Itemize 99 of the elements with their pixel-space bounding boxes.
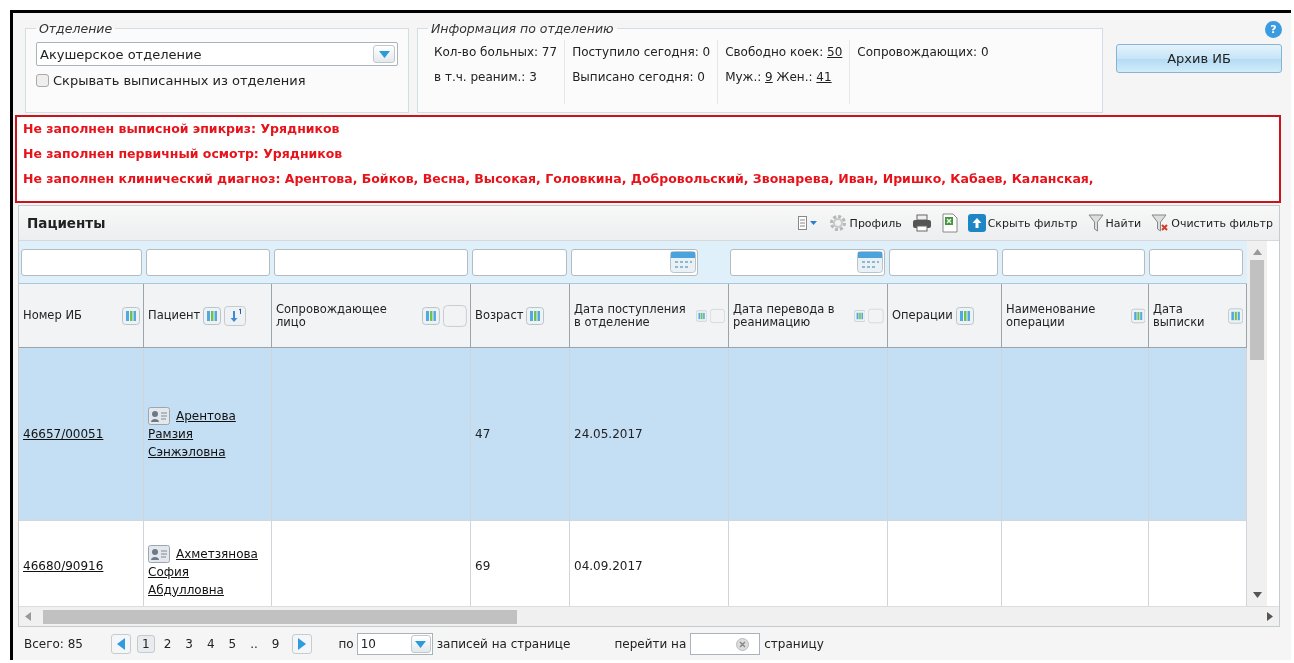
goto-suffix: страницу [764,637,824,651]
page-link[interactable]: 4 [201,635,220,653]
date-filter-field[interactable] [571,248,698,276]
panel-title: Пациенты [27,215,106,231]
filter-field[interactable] [21,248,142,276]
scroll-down-icon[interactable] [1252,592,1262,598]
scroll-up-icon[interactable] [1252,249,1262,255]
calendar-icon[interactable] [669,251,696,273]
table-cell-text: 47 [475,426,491,443]
per-page-label: по [338,637,354,651]
warning-message: Не заполнен клинический диагноз: Арентова, Бойков, Весна, Высокая, Головкина, Добровольский, Звонарева, Иван, Иришко, Кабаев, Каланская, [23,171,1095,187]
page-link[interactable]: 1 [137,635,155,653]
filter-field[interactable] [1149,248,1243,276]
filter-field[interactable] [472,248,568,276]
calendar-icon[interactable] [856,251,883,273]
column-header[interactable]: Дата выписки [1153,302,1225,329]
column-header[interactable]: Дата поступления в отделение [574,302,693,329]
scrollbar-thumb[interactable] [43,609,517,624]
info-text: Муж.: 9 Жен.: 41 [725,70,833,84]
column-settings-icon[interactable] [955,306,974,325]
table-row[interactable]: 46657/00051 Арентова Рамзия Сэнжэловна 47 24.05.2017 [19,348,1247,521]
count-link[interactable]: 41 [816,70,832,84]
count-link[interactable]: 50 [827,45,843,59]
goto-label: перейти на [614,637,687,651]
group-legend: Отделение [36,21,116,36]
info-text: Кол-во больных: 77 [434,45,558,59]
page-link[interactable]: 2 [158,635,177,653]
table-cell-text: 24.05.2017 [574,426,643,443]
record-number-link[interactable]: 46680/90916 [23,556,104,575]
warning-message: Не заполнен первичный осмотр: Урядников [23,146,344,162]
column-header[interactable]: Номер ИБ [23,309,82,322]
checkbox-label[interactable]: Скрывать выписанных из отделения [53,73,306,88]
info-text: Сопровождающих: 0 [857,45,989,59]
column-settings-icon[interactable] [1130,306,1145,325]
column-settings-icon[interactable] [422,306,441,325]
clear-icon[interactable] [736,637,750,651]
patient-card-icon[interactable] [148,407,170,425]
scrollbar-thumb[interactable] [1250,260,1264,360]
toolbar-button[interactable]: Очистить фильтр [1151,214,1273,232]
column-settings-icon[interactable] [526,306,545,325]
column-header[interactable]: Операции [892,309,953,322]
page-link[interactable]: 3 [180,635,198,653]
column-header[interactable]: Дата перевода в реанимацию [733,302,851,329]
info-text: Поступило сегодня: 0 [572,45,711,59]
group-legend: Информация по отделению [428,21,617,36]
page-link[interactable]: 5 [223,635,242,653]
previous-page-button[interactable] [111,634,131,654]
date-filter-field[interactable] [729,248,885,276]
page-link[interactable]: 9 [266,635,285,653]
column-settings-icon[interactable] [122,306,140,325]
filter-field[interactable] [1002,248,1146,276]
filter-field[interactable] [145,248,270,276]
filter-field[interactable] [888,248,999,276]
column-settings-icon[interactable] [203,306,222,325]
select-value: Акушерское отделение [40,46,202,62]
vertical-scrollbar[interactable] [1247,241,1267,606]
checkbox[interactable] [36,74,49,87]
warning-message: Не заполнен выписной эпикриз: Урядников [23,121,341,137]
column-header[interactable]: Наименование операции [1006,302,1128,329]
page-size-select[interactable]: 10 [356,633,433,655]
filter-field[interactable] [273,248,469,276]
filter-icon [1087,214,1104,232]
goto-page-field[interactable] [690,633,761,655]
column-settings-icon[interactable] [1227,306,1243,325]
table-cell-text: 04.09.2017 [574,557,643,575]
clear-filter-icon [1151,214,1170,232]
archive-button[interactable]: Архив ИБ [1116,44,1282,73]
horizontal-scrollbar[interactable] [19,606,1279,626]
patient-link[interactable]: Ахметзянова София Абдулловна [148,544,267,599]
page-link[interactable]: .. [245,635,263,653]
settings-icon [827,213,848,233]
patient-card-icon[interactable] [148,544,170,563]
blank-button-icon[interactable] [443,304,467,327]
department-select[interactable]: Акушерское отделение [36,42,398,66]
total-count: Всего: 85 [24,637,83,651]
spreadsheet-export-icon[interactable] [941,213,958,233]
count-link[interactable]: 9 [765,70,773,84]
print-icon[interactable] [911,214,932,232]
next-page-button[interactable] [292,634,313,654]
arrow-left-icon [117,638,125,650]
list-menu-icon[interactable] [797,216,818,230]
scroll-right-icon[interactable] [1267,612,1273,621]
column-header[interactable]: Сопровождающее лицо [276,302,420,329]
toolbar-button[interactable]: Профиль [827,213,902,233]
record-number-link[interactable]: 46657/00051 [23,425,104,443]
toolbar-button[interactable]: Найти [1087,214,1142,232]
column-header[interactable]: Возраст [475,309,524,322]
arrow-up-icon [967,214,986,232]
toolbar-button[interactable]: Скрыть фильтр [967,214,1078,232]
sort-icon[interactable] [224,305,247,326]
patient-link[interactable]: Арентова Рамзия Сэнжэловна [148,407,267,461]
info-text: Выписано сегодня: 0 [572,70,706,84]
column-header[interactable]: Пациент [148,309,201,322]
info-text: в т.ч. реаним.: 3 [434,70,538,84]
arrow-right-icon [298,638,307,650]
per-page-suffix: записей на странице [436,637,571,651]
scroll-left-icon[interactable] [25,612,31,621]
info-text: Свободно коек: 50 [725,45,843,59]
table-cell-text: 69 [475,557,491,575]
